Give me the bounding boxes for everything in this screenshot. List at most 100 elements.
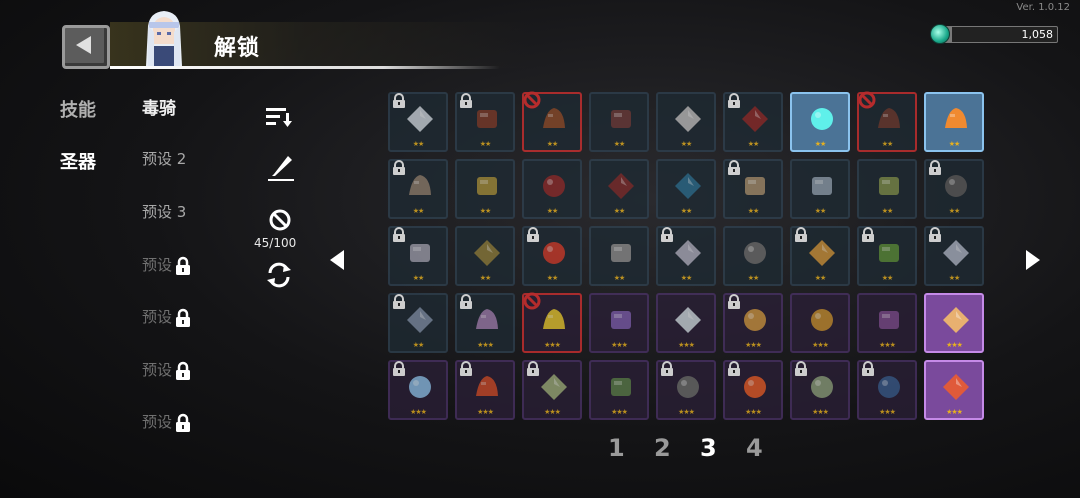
relic-slot[interactable]: ★★★ xyxy=(656,293,716,353)
preset-item[interactable]: 预设 xyxy=(142,306,193,328)
chalice-icon xyxy=(811,309,833,331)
card-icon xyxy=(611,378,631,396)
relic-slot[interactable]: ★★ xyxy=(589,159,649,219)
lock-icon xyxy=(393,227,405,242)
back-button[interactable] xyxy=(62,25,110,69)
relic-slot[interactable]: ★★ xyxy=(723,226,783,286)
preset-item[interactable]: 预设 xyxy=(142,254,193,276)
relic-slot[interactable]: ★★ xyxy=(522,226,582,286)
preset-label: 毒骑 xyxy=(142,99,176,119)
relic-slot[interactable]: ★★★ xyxy=(857,293,917,353)
quartz-icon xyxy=(476,309,498,329)
tab-skills[interactable]: 技能 xyxy=(60,96,96,122)
gem-icon xyxy=(930,24,950,44)
relic-slot[interactable]: ★★ xyxy=(455,226,515,286)
rarity-stars: ★★ xyxy=(546,207,559,215)
relic-slot[interactable]: ★★ xyxy=(455,159,515,219)
relic-slot[interactable]: ★★ xyxy=(656,226,716,286)
lock-icon xyxy=(176,256,191,275)
lock-icon xyxy=(795,361,807,376)
relic-slot[interactable]: ★★★ xyxy=(589,293,649,353)
lock-icon xyxy=(460,361,472,376)
rarity-stars: ★★ xyxy=(412,274,425,282)
relic-slot[interactable]: ★★★ xyxy=(455,360,515,420)
relic-slot[interactable]: ★★★ xyxy=(522,360,582,420)
relic-slot[interactable]: ★★ xyxy=(388,226,448,286)
disable-button[interactable] xyxy=(268,208,292,236)
relic-slot[interactable]: ★★ xyxy=(857,226,917,286)
relic-slot[interactable]: ★★ xyxy=(455,92,515,152)
relic-slot[interactable]: ★★★ xyxy=(388,360,448,420)
relic-slot[interactable]: ★★★ xyxy=(723,360,783,420)
lock-icon xyxy=(393,361,405,376)
relic-slot[interactable]: ★★ xyxy=(388,92,448,152)
rocket-icon xyxy=(945,108,967,128)
rarity-stars: ★★★ xyxy=(946,341,963,349)
preset-item[interactable]: 预设 xyxy=(142,411,193,433)
scroll-icon xyxy=(409,175,431,195)
page-number[interactable]: 3 xyxy=(700,434,717,462)
lock-icon xyxy=(795,227,807,242)
gems-icon xyxy=(879,177,899,195)
rock-icon xyxy=(812,177,832,195)
prev-page-button[interactable] xyxy=(328,248,346,276)
relic-slot[interactable]: ★★ xyxy=(790,159,850,219)
relic-slot[interactable]: ★★★ xyxy=(455,293,515,353)
relic-slot[interactable]: ★★ xyxy=(857,159,917,219)
rarity-stars: ★★★ xyxy=(678,408,695,416)
relic-slot[interactable]: ★★★ xyxy=(723,293,783,353)
next-page-button[interactable] xyxy=(1024,248,1042,276)
relic-slot[interactable]: ★★★ xyxy=(857,360,917,420)
relic-slot[interactable]: ★★★ xyxy=(924,360,984,420)
relic-slot[interactable]: ★★ xyxy=(857,91,917,152)
tome-icon xyxy=(611,311,631,329)
rarity-stars: ★★ xyxy=(948,207,961,215)
rarity-stars: ★★★ xyxy=(477,341,494,349)
relic-slot[interactable]: ★★ xyxy=(522,91,582,152)
relic-slot[interactable]: ★★ xyxy=(388,159,448,219)
right-arrow-icon xyxy=(1026,250,1040,270)
relic-slot[interactable]: ★★ xyxy=(723,92,783,152)
preset-item[interactable]: 毒骑 xyxy=(142,94,176,119)
relic-slot[interactable]: ★★ xyxy=(924,159,984,219)
page-number[interactable]: 4 xyxy=(746,434,763,462)
lock-icon xyxy=(393,160,405,175)
preset-item[interactable]: 预设 2 xyxy=(142,148,186,169)
preset-item[interactable]: 预设 3 xyxy=(142,201,186,222)
relic-slot[interactable]: ★★★ xyxy=(790,293,850,353)
character-avatar xyxy=(136,8,192,68)
rarity-stars: ★★ xyxy=(412,207,425,215)
rarity-stars: ★★ xyxy=(479,140,492,148)
cross-icon xyxy=(541,374,567,400)
tab-relics[interactable]: 圣器 xyxy=(60,148,96,174)
relic-slot[interactable]: ★★★ xyxy=(589,360,649,420)
edit-button[interactable] xyxy=(266,154,296,188)
relic-slot[interactable]: ★★ xyxy=(924,226,984,286)
relic-slot[interactable]: ★★ xyxy=(790,226,850,286)
preset-item[interactable]: 预设 xyxy=(142,359,193,381)
rarity-stars: ★★★ xyxy=(946,408,963,416)
flame-icon xyxy=(675,173,701,199)
stones-icon xyxy=(878,108,900,128)
page-number[interactable]: 1 xyxy=(608,434,625,462)
relic-slot[interactable]: ★★★ xyxy=(924,293,984,353)
left-arrow-icon xyxy=(330,250,344,270)
page-number[interactable]: 2 xyxy=(654,434,671,462)
relic-slot[interactable]: ★★ xyxy=(790,92,850,152)
relic-slot[interactable]: ★★★ xyxy=(790,360,850,420)
preset-label: 预设 xyxy=(142,308,173,326)
relic-slot[interactable]: ★★★ xyxy=(656,360,716,420)
reset-button[interactable] xyxy=(264,260,294,294)
relic-slot[interactable]: ★★ xyxy=(656,159,716,219)
version-label: Ver. 1.0.12 xyxy=(1016,2,1070,13)
relic-slot[interactable]: ★★ xyxy=(924,92,984,152)
relic-slot[interactable]: ★★ xyxy=(388,293,448,353)
relic-slot[interactable]: ★★★ xyxy=(522,292,582,353)
relic-slot[interactable]: ★★ xyxy=(723,159,783,219)
drum-icon xyxy=(477,110,497,128)
relic-slot[interactable]: ★★ xyxy=(589,226,649,286)
relic-slot[interactable]: ★★ xyxy=(589,92,649,152)
relic-slot[interactable]: ★★ xyxy=(522,159,582,219)
relic-slot[interactable]: ★★ xyxy=(656,92,716,152)
sort-button[interactable] xyxy=(264,104,294,134)
